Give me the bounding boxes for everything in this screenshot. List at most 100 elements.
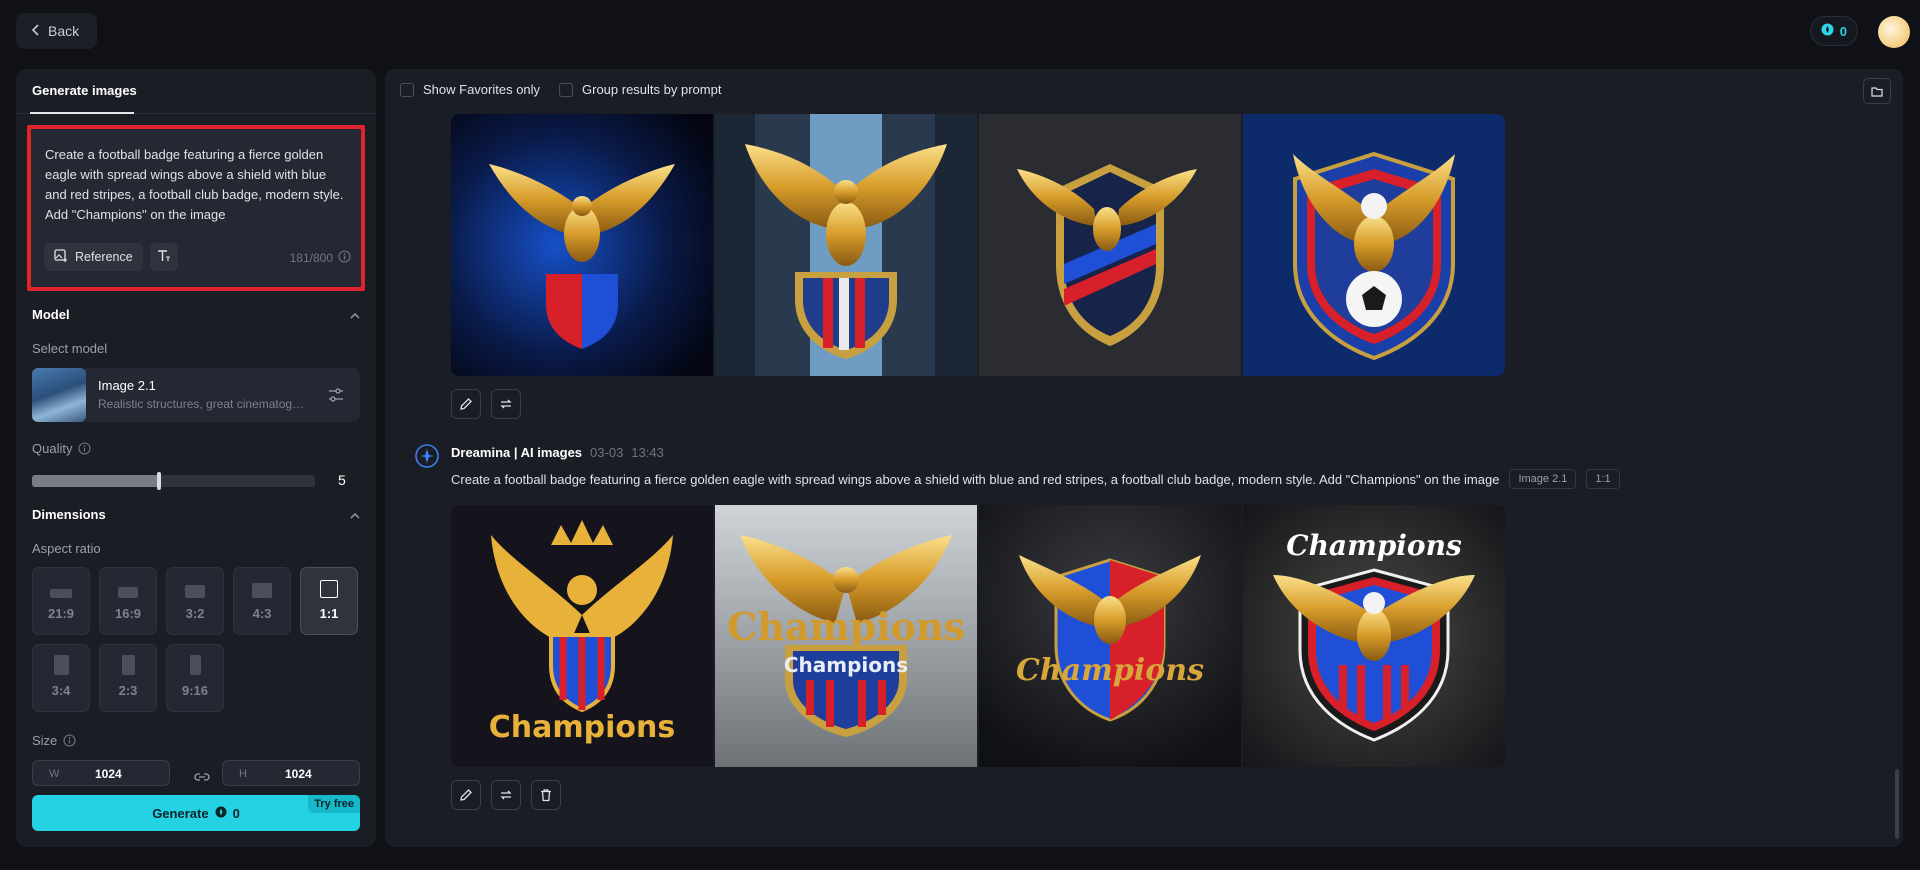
- text-icon: [157, 249, 171, 266]
- chevron-up-icon[interactable]: [350, 311, 360, 321]
- dreamina-logo-icon: [415, 444, 439, 468]
- dimensions-section-title: Dimensions: [32, 507, 106, 522]
- char-counter: 181/800: [290, 250, 351, 266]
- try-free-badge: Try free: [308, 795, 360, 813]
- chevron-up-icon[interactable]: [350, 511, 360, 521]
- image-add-icon: [54, 248, 68, 266]
- info-icon[interactable]: [78, 442, 92, 455]
- model-thumbnail: [32, 368, 86, 422]
- ratio-option-label: 3:2: [185, 606, 205, 621]
- group-prompt-text[interactable]: Create a football badge featuring a fier…: [451, 472, 1499, 487]
- top-bar: Back 0: [0, 0, 1920, 62]
- quality-slider-fill: [32, 475, 160, 487]
- result-image[interactable]: Champions: [1243, 505, 1505, 767]
- avatar[interactable]: [1878, 16, 1910, 48]
- model-description: Realistic structures, great cinematograp…: [98, 397, 308, 411]
- tab-generate-images[interactable]: Generate images: [32, 83, 137, 98]
- ratio-tag: 1:1: [1586, 469, 1620, 489]
- height-input-value[interactable]: 1024: [285, 767, 312, 781]
- link-icon[interactable]: [194, 769, 210, 785]
- text-style-button[interactable]: [150, 243, 178, 271]
- group-time: 13:43: [631, 445, 664, 460]
- ratio-option-label: 1:1: [319, 606, 339, 621]
- pencil-icon: [460, 398, 472, 410]
- result-image[interactable]: Champions: [979, 505, 1241, 767]
- badge-text: Champions: [1286, 529, 1462, 562]
- ratio-option-3-4[interactable]: 3:4: [32, 644, 90, 712]
- model-name: Image 2.1: [98, 378, 156, 393]
- height-input[interactable]: H 1024: [222, 760, 360, 786]
- result-image[interactable]: [715, 114, 977, 376]
- edit-button[interactable]: [451, 389, 481, 419]
- size-label: Size: [32, 733, 76, 748]
- reference-button[interactable]: Reference: [44, 243, 143, 271]
- char-count-text: 181/800: [289, 251, 333, 265]
- ratio-option-label: 16:9: [114, 606, 142, 621]
- info-icon[interactable]: [338, 250, 351, 266]
- ratio-shape-icon: [50, 589, 72, 598]
- ratio-shape-icon: [189, 655, 201, 675]
- result-image[interactable]: Champions Champions: [715, 505, 977, 767]
- ratio-option-3-2[interactable]: 3:2: [166, 567, 224, 635]
- ratio-option-1-1[interactable]: 1:1: [300, 567, 358, 635]
- refresh-icon: [500, 399, 512, 409]
- ratio-shape-icon: [252, 583, 272, 598]
- result-image[interactable]: [1243, 114, 1505, 376]
- sliders-icon[interactable]: [328, 387, 344, 403]
- reference-label: Reference: [75, 250, 133, 264]
- size-label-text: Size: [32, 733, 58, 748]
- favorites-checkbox[interactable]: [400, 82, 414, 97]
- edit-button[interactable]: [451, 780, 481, 810]
- scrollbar-thumb[interactable]: [1895, 769, 1899, 839]
- group-filter[interactable]: Group results by prompt: [559, 82, 721, 97]
- result-group-header: Dreamina | AI images 03-03 13:43: [451, 445, 664, 460]
- chevron-left-icon: [31, 23, 40, 39]
- ratio-option-2-3[interactable]: 2:3: [99, 644, 157, 712]
- tab-underline: [30, 112, 134, 114]
- group-date: 03-03: [590, 445, 624, 460]
- result-image[interactable]: [451, 114, 713, 376]
- info-icon[interactable]: [63, 734, 76, 747]
- ratio-shape-icon: [121, 655, 135, 675]
- ratio-shape-icon: [53, 655, 69, 675]
- result-image[interactable]: Champions: [451, 505, 713, 767]
- prompt-input[interactable]: Create a football badge featuring a fier…: [27, 125, 365, 291]
- folder-button[interactable]: [1863, 78, 1891, 104]
- badge-text: Champions: [1016, 653, 1204, 688]
- delete-button[interactable]: [531, 780, 561, 810]
- result-image[interactable]: [979, 114, 1241, 376]
- generate-label: Generate: [152, 805, 209, 821]
- results-panel: Show Favorites only Group results by pro…: [385, 69, 1903, 847]
- regenerate-button[interactable]: [491, 780, 521, 810]
- folder-icon: [1871, 86, 1883, 97]
- width-input[interactable]: W 1024: [32, 760, 170, 786]
- generate-button[interactable]: Generate 0 Try free: [32, 795, 360, 831]
- ratio-option-9-16[interactable]: 9:16: [166, 644, 224, 712]
- ratio-option-16-9[interactable]: 16:9: [99, 567, 157, 635]
- width-input-label: W: [49, 768, 60, 780]
- pencil-icon: [460, 789, 472, 801]
- width-input-value[interactable]: 1024: [95, 767, 122, 781]
- group-filter-label: Group results by prompt: [582, 82, 722, 97]
- ratio-option-label: 4:3: [252, 606, 272, 621]
- ratio-shape-icon: [320, 580, 338, 598]
- ratio-shape-icon: [185, 585, 205, 598]
- ratio-option-4-3[interactable]: 4:3: [233, 567, 291, 635]
- favorites-filter[interactable]: Show Favorites only: [400, 82, 540, 97]
- regenerate-button[interactable]: [491, 389, 521, 419]
- badge-text: Champions: [727, 604, 965, 649]
- model-selector[interactable]: Image 2.1 Realistic structures, great ci…: [32, 368, 360, 422]
- aspect-ratio-label: Aspect ratio: [32, 541, 101, 556]
- quality-slider-thumb[interactable]: [157, 472, 162, 490]
- back-button[interactable]: Back: [16, 13, 98, 49]
- generate-panel: Generate images Create a football badge …: [16, 69, 376, 847]
- model-section-title: Model: [32, 307, 70, 322]
- group-checkbox[interactable]: [559, 82, 573, 97]
- prompt-text[interactable]: Create a football badge featuring a fier…: [45, 145, 345, 225]
- credits-badge[interactable]: 0: [1809, 16, 1858, 46]
- ratio-option-21-9[interactable]: 21:9: [32, 567, 90, 635]
- quality-slider[interactable]: [32, 472, 315, 490]
- quality-label: Quality: [32, 441, 92, 456]
- image-row: [451, 114, 1505, 376]
- badge-text: Champions: [784, 653, 908, 677]
